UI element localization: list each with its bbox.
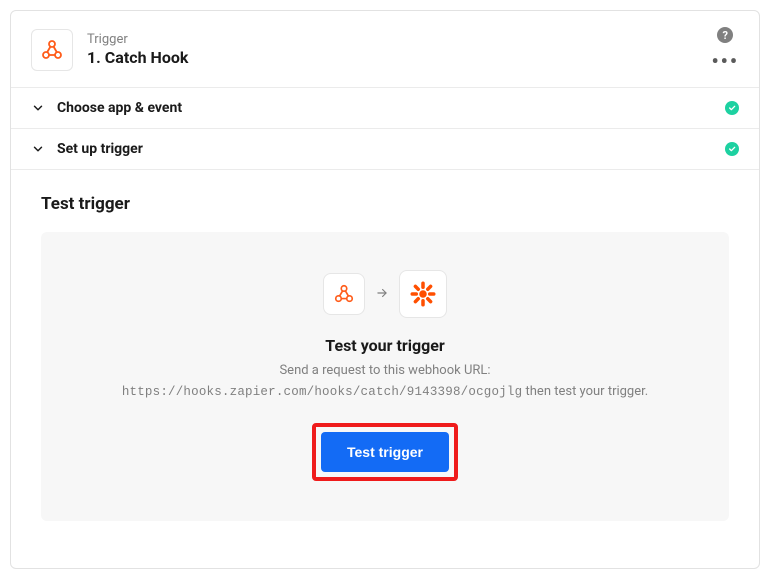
test-your-trigger-title: Test your trigger [325, 336, 445, 355]
zapier-mini-icon-box [399, 270, 447, 318]
trigger-label: Trigger [87, 32, 188, 48]
step-header: Trigger 1. Catch Hook ? ••• [11, 11, 759, 87]
flow-diagram [323, 270, 447, 318]
test-trigger-button[interactable]: Test trigger [321, 432, 449, 472]
zapier-icon [408, 279, 438, 309]
check-complete-icon [725, 101, 739, 115]
highlight-box: Test trigger [312, 423, 458, 481]
webhook-icon [40, 38, 64, 62]
header-actions: ? ••• [711, 27, 739, 65]
section-choose-label: Choose app & event [57, 100, 725, 116]
test-subtitle: Send a request to this webhook URL: [279, 363, 490, 378]
section-set-up-trigger[interactable]: Set up trigger [11, 129, 759, 170]
more-menu-icon[interactable]: ••• [711, 57, 739, 65]
webhook-icon [333, 283, 355, 305]
webhook-url: https://hooks.zapier.com/hooks/catch/914… [122, 385, 522, 399]
arrow-right-icon [375, 285, 389, 304]
step-title: 1. Catch Hook [87, 48, 188, 68]
test-trigger-section: Test trigger [11, 170, 759, 551]
step-titles: Trigger 1. Catch Hook [87, 32, 188, 68]
section-setup-label: Set up trigger [57, 141, 725, 157]
help-icon[interactable]: ? [717, 27, 733, 43]
webhook-mini-icon-box [323, 273, 365, 315]
check-complete-icon [725, 142, 739, 156]
trigger-step-card: Trigger 1. Catch Hook ? ••• Choose app &… [10, 10, 760, 569]
chevron-down-icon [31, 101, 45, 115]
webhook-url-line: https://hooks.zapier.com/hooks/catch/914… [122, 384, 648, 399]
webhook-app-icon-box [31, 29, 73, 71]
section-choose-app-event[interactable]: Choose app & event [11, 87, 759, 129]
chevron-down-icon [31, 142, 45, 156]
webhook-url-suffix: then test your trigger. [522, 384, 648, 399]
test-trigger-heading: Test trigger [41, 194, 729, 214]
test-trigger-box: Test your trigger Send a request to this… [41, 232, 729, 521]
